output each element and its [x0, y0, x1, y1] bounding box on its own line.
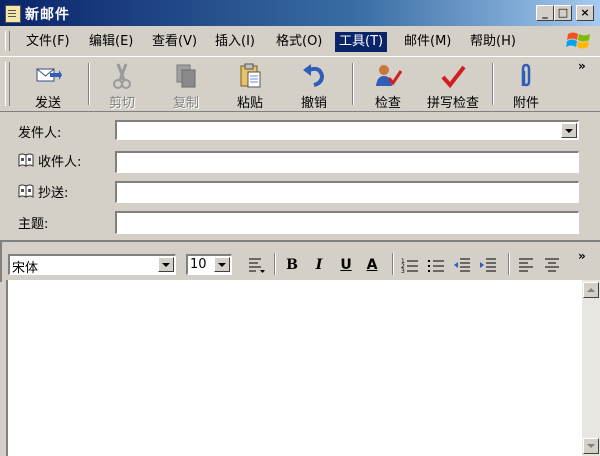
italic-button[interactable]: I — [309, 256, 329, 274]
decrease-indent-icon[interactable] — [452, 256, 472, 274]
cut-label: 剪切 — [108, 96, 135, 111]
menu-grip[interactable] — [5, 31, 10, 51]
check-names-label: 检查 — [374, 96, 401, 111]
scissors-icon — [113, 63, 131, 89]
format-separator — [508, 253, 510, 275]
subject-label: 主题: — [18, 217, 49, 232]
menu-mail[interactable]: 邮件(M) — [400, 32, 455, 52]
align-left-icon[interactable] — [516, 256, 536, 274]
bulleted-list-icon[interactable] — [426, 256, 446, 274]
menu-view[interactable]: 查看(V) — [148, 32, 201, 52]
send-button[interactable]: 发送 — [18, 59, 78, 111]
scroll-up-button[interactable] — [583, 282, 599, 298]
undo-button[interactable]: 撤销 — [284, 59, 344, 111]
menu-format[interactable]: 格式(O) — [272, 32, 326, 52]
windows-logo-icon — [566, 32, 590, 49]
toolbar-separator — [352, 63, 354, 105]
copy-label: 复制 — [172, 96, 199, 111]
undo-icon — [303, 64, 325, 87]
chevron-down-icon — [162, 263, 170, 267]
font-color-button[interactable]: A — [362, 256, 382, 274]
formatting-toolbar: 宋体 10 B I U A 1 2 3 » — [0, 240, 600, 282]
chevron-down-icon — [218, 263, 226, 267]
font-size-value: 10 — [190, 257, 207, 272]
from-dropdown-button[interactable] — [561, 123, 577, 138]
address-book-icon[interactable] — [18, 184, 34, 198]
format-overflow-chevron[interactable]: » — [578, 249, 586, 263]
to-field[interactable] — [115, 151, 579, 173]
menu-bar: 文件(F) 编辑(E) 查看(V) 插入(I) 格式(O) 工具(T) 邮件(M… — [0, 27, 600, 55]
bold-button[interactable]: B — [282, 256, 302, 274]
scroll-down-button[interactable] — [583, 438, 599, 454]
paste-button[interactable]: 粘贴 — [220, 59, 280, 111]
spell-check-button[interactable]: 拼写检查 — [420, 59, 486, 111]
font-size-dropdown-button[interactable] — [214, 257, 230, 272]
window-title: 新邮件 — [25, 7, 70, 23]
to-label: 收件人: — [38, 155, 82, 170]
menu-insert[interactable]: 插入(I) — [211, 32, 259, 52]
align-center-icon[interactable] — [542, 256, 562, 274]
toolbar-separator — [492, 63, 494, 105]
attach-button[interactable]: 附件 — [496, 59, 556, 111]
underline-button[interactable]: U — [336, 256, 356, 274]
font-size-select[interactable]: 10 — [186, 254, 232, 275]
standard-toolbar: 发送 剪切 复制 粘贴 撤销 检查 拼写检查 附件 » — [0, 56, 600, 112]
cc-label: 抄送: — [38, 186, 69, 201]
menu-file[interactable]: 文件(F) — [22, 32, 74, 52]
spell-check-label: 拼写检查 — [426, 96, 479, 111]
minimize-button[interactable]: _ — [536, 5, 554, 21]
paste-icon — [240, 63, 261, 88]
arrow-down-icon — [587, 444, 595, 448]
mail-document-icon — [5, 5, 21, 23]
arrow-up-icon — [587, 288, 595, 292]
menu-edit[interactable]: 编辑(E) — [85, 32, 137, 52]
new-mail-window: 新邮件 _ □ × 文件(F) 编辑(E) 查看(V) 插入(I) 格式(O) … — [0, 0, 600, 456]
send-label: 发送 — [34, 96, 61, 111]
format-separator — [274, 253, 276, 275]
toolbar-separator — [88, 63, 90, 105]
increase-indent-icon[interactable] — [478, 256, 498, 274]
toolbar-grip[interactable] — [5, 62, 10, 106]
copy-icon — [176, 64, 196, 88]
maximize-button[interactable]: □ — [554, 5, 572, 21]
paragraph-style-icon[interactable] — [246, 256, 266, 274]
format-separator — [392, 253, 394, 275]
font-name-value: 宋体 — [12, 261, 39, 276]
subject-field[interactable] — [115, 211, 579, 234]
numbered-list-icon[interactable]: 1 2 3 — [400, 256, 420, 274]
cc-field[interactable] — [115, 181, 579, 203]
cut-button[interactable]: 剪切 — [92, 59, 152, 111]
check-names-icon — [376, 65, 403, 86]
paperclip-icon — [521, 63, 531, 87]
svg-text:3: 3 — [401, 268, 405, 274]
title-bar[interactable]: 新邮件 _ □ × — [0, 0, 600, 26]
close-button[interactable]: × — [576, 5, 594, 21]
toolbar-overflow-chevron[interactable]: » — [578, 59, 586, 73]
check-names-button[interactable]: 检查 — [358, 59, 418, 111]
menu-tools[interactable]: 工具(T) — [335, 32, 388, 52]
chevron-down-icon — [565, 129, 573, 133]
spell-check-icon — [441, 65, 466, 89]
font-name-select[interactable]: 宋体 — [8, 254, 176, 276]
menu-help[interactable]: 帮助(H) — [466, 32, 520, 52]
undo-label: 撤销 — [300, 96, 327, 111]
font-name-dropdown-button[interactable] — [158, 257, 174, 272]
message-body-editor[interactable] — [6, 280, 600, 456]
from-label: 发件人: — [18, 126, 62, 141]
paste-label: 粘贴 — [236, 96, 263, 111]
address-book-icon[interactable] — [18, 153, 34, 167]
copy-button[interactable]: 复制 — [156, 59, 216, 111]
attach-label: 附件 — [512, 96, 539, 111]
body-scrollbar[interactable] — [582, 280, 600, 456]
from-select[interactable] — [115, 120, 579, 140]
send-icon — [36, 68, 62, 82]
